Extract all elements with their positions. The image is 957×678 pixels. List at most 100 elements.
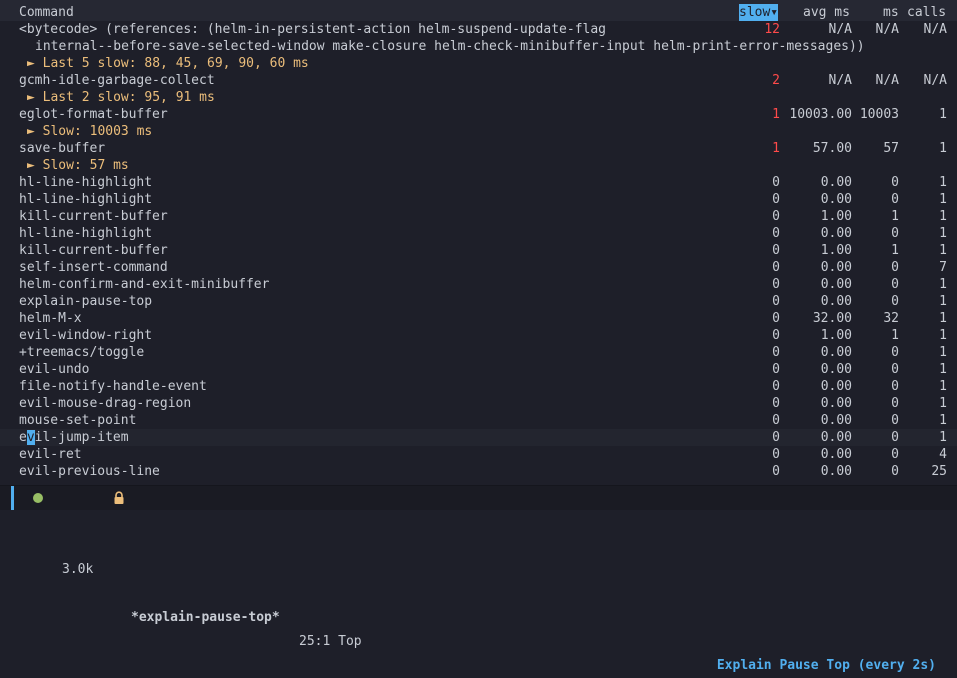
avg-ms: N/A [828, 73, 852, 88]
table-row[interactable]: evil-previous-line 0 0.00 0 25 [0, 463, 957, 480]
avg-ms: 57.00 [812, 141, 852, 156]
command-name: evil-jump-item [19, 429, 129, 446]
table-row[interactable]: kill-current-buffer 0 1.00 1 1 [0, 208, 957, 225]
avg-ms: 0.00 [820, 345, 852, 360]
mode-line: 3.0k *explain-pause-top* 25:1 Top Explai… [0, 485, 957, 673]
header-slow-sorted[interactable]: slow▾ [739, 4, 779, 21]
avg-ms: 0.00 [820, 277, 852, 292]
slow-count: 0 [772, 260, 780, 275]
table-row[interactable]: kill-current-buffer 0 1.00 1 1 [0, 242, 957, 259]
calls-count: 1 [939, 396, 947, 411]
slow-detail: ► Slow: 10003 ms [27, 124, 153, 139]
table-row[interactable]: evil-jump-item 0 0.00 0 1 [0, 429, 957, 446]
table-row[interactable]: save-buffer 1 57.00 57 1 [0, 140, 957, 157]
command-name: <bytecode> (references: (helm-in-persist… [19, 22, 606, 37]
calls-count: 1 [939, 430, 947, 445]
calls-count: 1 [939, 107, 947, 122]
ms-value: 10003 [859, 107, 899, 122]
slow-count: 0 [772, 277, 780, 292]
command-name: eglot-format-buffer [19, 107, 168, 122]
table-row[interactable]: hl-line-highlight 0 0.00 0 1 [0, 174, 957, 191]
avg-ms: 32.00 [812, 311, 852, 326]
header-calls[interactable]: calls [907, 4, 946, 21]
avg-ms: 0.00 [820, 260, 852, 275]
slow-count: 0 [772, 328, 780, 343]
table-row[interactable]: self-insert-command 0 0.00 0 7 [0, 259, 957, 276]
lock-icon [114, 491, 124, 504]
slow-count: 0 [772, 396, 780, 411]
slow-count: 0 [772, 175, 780, 190]
avg-ms: 0.00 [820, 226, 852, 241]
calls-count: 1 [939, 362, 947, 377]
avg-ms: 0.00 [820, 192, 852, 207]
table-row[interactable]: evil-window-right 0 1.00 1 1 [0, 327, 957, 344]
table-row[interactable]: hl-line-highlight 0 0.00 0 1 [0, 191, 957, 208]
slow-detail: ► Last 5 slow: 88, 45, 69, 90, 60 ms [27, 56, 309, 71]
ms-value: 0 [891, 226, 899, 241]
ms-value: N/A [875, 22, 899, 37]
slow-count: 1 [772, 141, 780, 156]
slow-count: 0 [772, 294, 780, 309]
table-row[interactable]: evil-ret 0 0.00 0 4 [0, 446, 957, 463]
slow-detail-row[interactable]: ► Last 5 slow: 88, 45, 69, 90, 60 ms [0, 55, 957, 72]
avg-ms: 0.00 [820, 464, 852, 479]
slow-count: 0 [772, 192, 780, 207]
command-name: mouse-set-point [19, 413, 137, 428]
table-row[interactable]: evil-undo 0 0.00 0 1 [0, 361, 957, 378]
window-indicator-bar [11, 486, 14, 510]
avg-ms: 1.00 [820, 243, 852, 258]
command-name: hl-line-highlight [19, 175, 153, 190]
calls-count: 1 [939, 328, 947, 343]
slow-detail-row[interactable]: ► Slow: 10003 ms [0, 123, 957, 140]
ms-value: 1 [891, 328, 899, 343]
calls-count: 1 [939, 175, 947, 190]
calls-count: 1 [939, 277, 947, 292]
slow-count: 0 [772, 243, 780, 258]
avg-ms: 0.00 [820, 362, 852, 377]
table-row[interactable]: gcmh-idle-garbage-collect 2 N/A N/A N/A [0, 72, 957, 89]
table-row[interactable]: evil-mouse-drag-region 0 0.00 0 1 [0, 395, 957, 412]
header-command[interactable]: Command [19, 4, 74, 21]
calls-count: 1 [939, 192, 947, 207]
table-row[interactable]: +treemacs/toggle 0 0.00 0 1 [0, 344, 957, 361]
slow-detail: ► Slow: 57 ms [27, 158, 129, 173]
table-row[interactable]: helm-M-x 0 32.00 32 1 [0, 310, 957, 327]
command-name: evil-ret [19, 447, 82, 462]
command-continuation-row[interactable]: internal--before-save-selected-window ma… [0, 38, 957, 55]
header-avg-ms[interactable]: avg ms [803, 4, 850, 21]
calls-count: 1 [939, 379, 947, 394]
buffer-size: 3.0k [62, 562, 94, 577]
ms-value: 0 [891, 396, 899, 411]
slow-count: 0 [772, 464, 780, 479]
slow-detail-row[interactable]: ► Slow: 57 ms [0, 157, 957, 174]
calls-count: 1 [939, 311, 947, 326]
calls-count: 1 [939, 413, 947, 428]
table-row[interactable]: mouse-set-point 0 0.00 0 1 [0, 412, 957, 429]
ms-value: 0 [891, 464, 899, 479]
table-row[interactable]: hl-line-highlight 0 0.00 0 1 [0, 225, 957, 242]
command-name: evil-previous-line [19, 464, 160, 479]
calls-count: 1 [939, 345, 947, 360]
ms-value: 0 [891, 277, 899, 292]
avg-ms: 0.00 [820, 447, 852, 462]
ms-value: N/A [875, 73, 899, 88]
avg-ms: 0.00 [820, 413, 852, 428]
command-name: file-notify-handle-event [19, 379, 207, 394]
slow-count: 0 [772, 379, 780, 394]
table-row[interactable]: explain-pause-top 0 0.00 0 1 [0, 293, 957, 310]
header-ms[interactable]: ms [883, 4, 899, 21]
table-row[interactable]: <bytecode> (references: (helm-in-persist… [0, 21, 957, 38]
calls-count: 4 [939, 447, 947, 462]
command-name-part: il-jump-item [34, 430, 129, 445]
calls-count: 1 [939, 141, 947, 156]
slow-detail-row[interactable]: ► Last 2 slow: 95, 91 ms [0, 89, 957, 106]
calls-count: 25 [931, 464, 947, 479]
table-row[interactable]: eglot-format-buffer 1 10003.00 10003 1 [0, 106, 957, 123]
table-row[interactable]: file-notify-handle-event 0 0.00 0 1 [0, 378, 957, 395]
major-mode[interactable]: Explain Pause Top (every 2s) [717, 654, 936, 678]
command-name: evil-undo [19, 362, 90, 377]
table-row[interactable]: helm-confirm-and-exit-minibuffer 0 0.00 0 1 [0, 276, 957, 293]
avg-ms: N/A [828, 22, 852, 37]
command-name-part: e [19, 430, 27, 445]
status-dot-icon [33, 493, 43, 503]
